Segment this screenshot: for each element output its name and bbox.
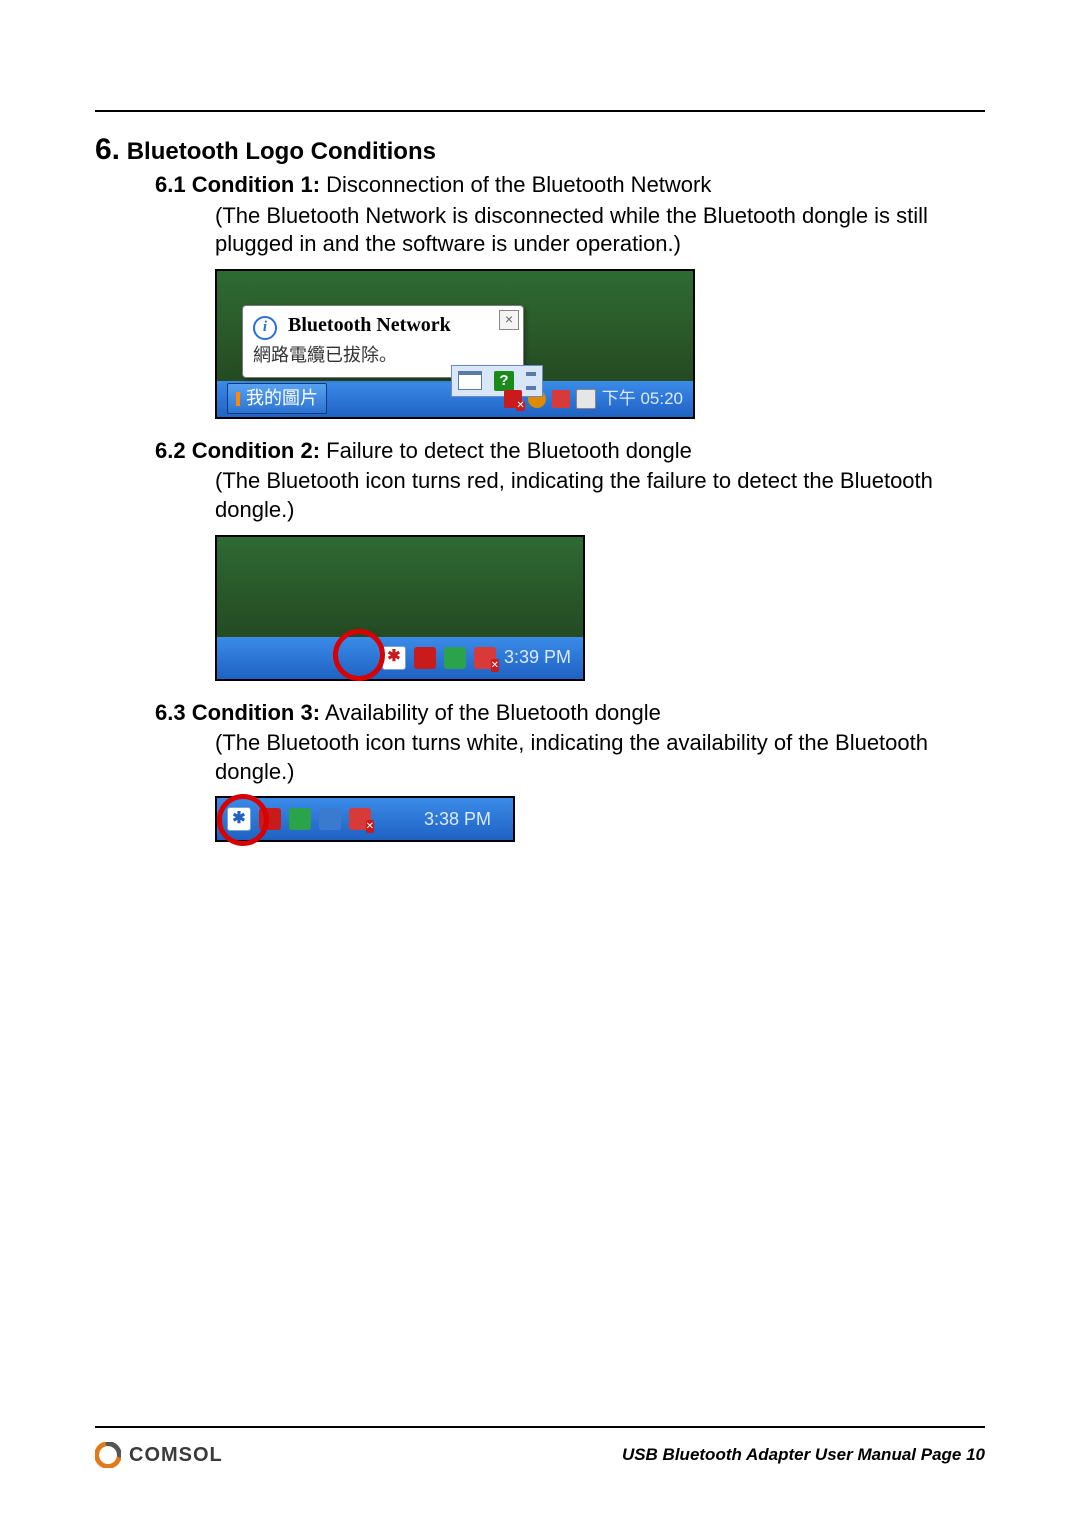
footer-text: USB Bluetooth Adapter User Manual Page 1… [622, 1445, 985, 1465]
taskbar: ✱ 3:38 PM [217, 798, 513, 840]
condition-1-body: (The Bluetooth Network is disconnected w… [215, 202, 985, 259]
brand-logo: COMSOL [95, 1442, 223, 1468]
condition-2-num: 6.2 [155, 438, 186, 463]
system-tray: ✱ 3:39 PM [382, 646, 571, 670]
condition-1-title: Disconnection of the Bluetooth Network [326, 172, 711, 197]
help-icon[interactable]: ? [494, 371, 514, 391]
section-number: 6. [95, 133, 120, 166]
info-icon: i [253, 316, 277, 340]
brand-name: COMSOL [129, 1444, 223, 1467]
taskbar-button-pictures[interactable]: 我的圖片 [227, 383, 327, 414]
tray-icon[interactable] [576, 389, 596, 409]
balloon-subtext: 網路電纜已拔除。 [253, 344, 513, 367]
bluetooth-white-icon[interactable]: ✱ [227, 807, 251, 831]
condition-2-heading: 6.2 Condition 2: Failure to detect the B… [155, 437, 985, 466]
condition-1-label: Condition 1: [192, 172, 320, 197]
footer-rule [95, 1426, 985, 1428]
tray-clock: 3:38 PM [424, 808, 501, 831]
condition-3-label: Condition 3: [192, 700, 320, 725]
condition-2-body: (The Bluetooth icon turns red, indicatin… [215, 467, 985, 524]
tray-clock: 3:39 PM [504, 646, 571, 669]
screenshot-2: ✱ 3:39 PM [215, 535, 585, 681]
logo-swirl-icon [95, 1442, 121, 1468]
figure-3: ✱ 3:38 PM [215, 796, 985, 842]
keyboard-icon[interactable] [458, 371, 482, 390]
bluetooth-red-icon[interactable]: ✱ [382, 646, 406, 670]
header-rule [95, 110, 985, 112]
page-footer: COMSOL USB Bluetooth Adapter User Manual… [95, 1442, 985, 1468]
condition-1-num: 6.1 [155, 172, 186, 197]
close-icon[interactable]: × [499, 310, 519, 330]
taskbar-button-label: 我的圖片 [246, 387, 318, 410]
section-heading: 6. Bluetooth Logo Conditions [95, 130, 985, 169]
balloon-title: Bluetooth Network [288, 314, 451, 336]
section-title: Bluetooth Logo Conditions [127, 138, 436, 165]
figure-2: ✱ 3:39 PM [215, 535, 985, 681]
tray-icon[interactable] [289, 808, 311, 830]
condition-2-label: Condition 2: [192, 438, 320, 463]
tray-icon[interactable] [349, 808, 371, 830]
condition-3-heading: 6.3 Condition 3: Availability of the Blu… [155, 699, 985, 728]
tray-icon[interactable] [414, 647, 436, 669]
bluetooth-disconnected-icon[interactable] [504, 390, 522, 408]
tray-icon[interactable] [444, 647, 466, 669]
condition-3-title: Availability of the Bluetooth dongle [325, 700, 661, 725]
tray-icon[interactable] [474, 647, 496, 669]
condition-1-heading: 6.1 Condition 1: Disconnection of the Bl… [155, 171, 985, 200]
screenshot-3: ✱ 3:38 PM [215, 796, 515, 842]
page-content: 6. Bluetooth Logo Conditions 6.1 Conditi… [95, 130, 985, 842]
screenshot-1: i Bluetooth Network × 網路電纜已拔除。 ? 我的圖片 [215, 269, 695, 419]
taskbar-app-icon [236, 392, 240, 406]
condition-3-num: 6.3 [155, 700, 186, 725]
document-page: 6. Bluetooth Logo Conditions 6.1 Conditi… [0, 0, 1080, 1528]
langbar-handle-icon[interactable] [526, 372, 536, 390]
language-bar[interactable]: ? [451, 365, 543, 397]
figure-1: i Bluetooth Network × 網路電纜已拔除。 ? 我的圖片 [215, 269, 985, 419]
tray-icon[interactable] [259, 808, 281, 830]
desktop-background [217, 537, 583, 637]
condition-3-body: (The Bluetooth icon turns white, indicat… [215, 729, 985, 786]
condition-2-title: Failure to detect the Bluetooth dongle [326, 438, 692, 463]
tray-icon[interactable] [319, 808, 341, 830]
desktop-background: i Bluetooth Network × 網路電纜已拔除。 ? [217, 271, 693, 381]
taskbar: ✱ 3:39 PM [217, 637, 583, 679]
tray-icon[interactable] [552, 390, 570, 408]
tray-clock: 下午 05:20 [602, 388, 683, 410]
